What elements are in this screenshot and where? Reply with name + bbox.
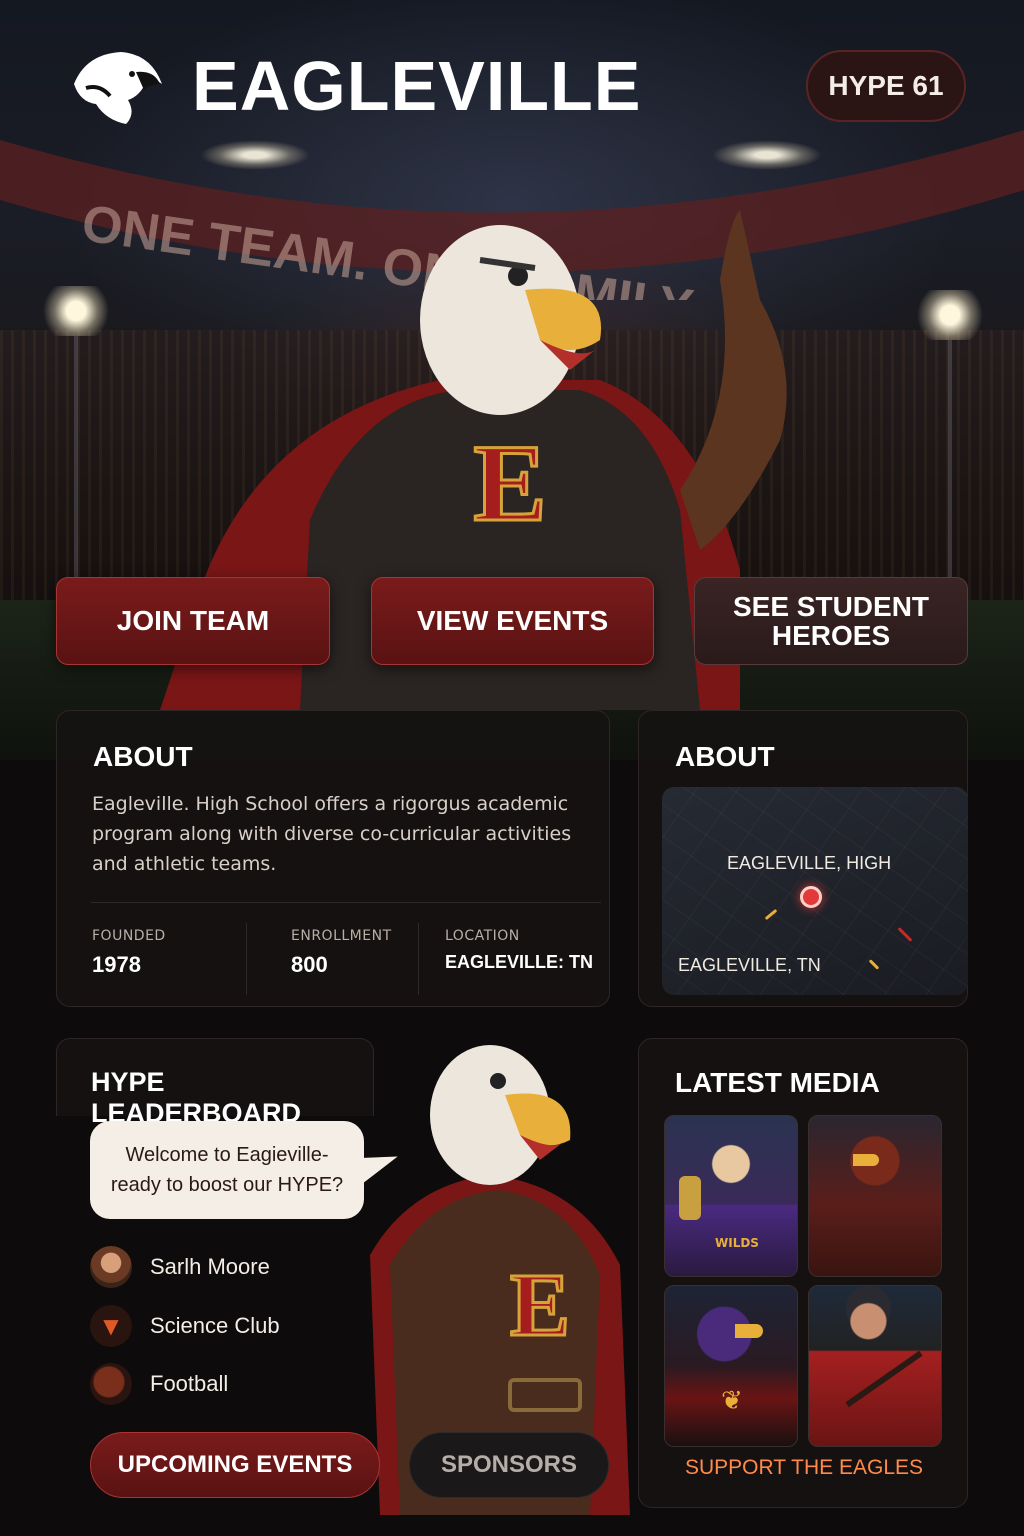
purple-eagle-photo-icon[interactable]: ❦: [664, 1285, 798, 1447]
beak-icon: [735, 1324, 763, 1338]
view-events-button[interactable]: VIEW EVENTS: [371, 577, 654, 665]
upcoming-events-button[interactable]: UPCOMING EVENTS: [90, 1432, 380, 1498]
leaderboard-card: HYPE LEADERBOARD: [56, 1038, 374, 1128]
school-map[interactable]: EAGLEVILLE, HIGH EAGLEVILLE, TN: [662, 787, 968, 995]
hype-score-badge[interactable]: HYPE 61: [806, 50, 966, 122]
sponsors-button[interactable]: SPONSORS: [409, 1432, 609, 1498]
about-title: ABOUT: [93, 741, 193, 772]
stat-label: LOCATION: [445, 928, 520, 944]
leaderboard-entry[interactable]: Sarlh Moore: [90, 1246, 270, 1288]
bubble-line-2: ready to boost our HYPE?: [110, 1174, 344, 1196]
leaderboard-entry-name: Sarlh Moore: [150, 1254, 270, 1279]
bubble-line-1: Welcome to Eagieville-: [125, 1144, 329, 1166]
person-avatar-icon: [90, 1246, 132, 1288]
tile-shirt-text: WILDS: [715, 1236, 759, 1250]
student-heroes-button[interactable]: SEE STUDENT HEROES: [694, 577, 968, 665]
stat-separator: [418, 923, 419, 995]
stat-location: LOCATION EAGLEVILLE: TN: [445, 928, 593, 973]
baseball-player-photo-icon[interactable]: [808, 1285, 942, 1447]
baseball-bat-icon: [845, 1350, 923, 1408]
about-card: ABOUT Eagleville. High School offers a r…: [56, 710, 610, 1007]
stat-founded: FOUNDED 1978: [92, 928, 166, 978]
map-marker-dash: [868, 959, 880, 970]
stat-value: EAGLEVILLE: TN: [445, 952, 593, 972]
student-heroes-line2: HEROES: [771, 620, 891, 651]
map-town-label: EAGLEVILLE, TN: [678, 955, 821, 975]
beak-icon: [853, 1154, 879, 1166]
stat-label: ENROLLMENT: [291, 928, 392, 944]
support-the-eagles-link[interactable]: SUPPORT THE EAGLES: [640, 1456, 968, 1480]
stats-divider: [91, 902, 601, 903]
student-heroes-line1: SEE STUDENT: [732, 590, 930, 622]
mascot-letter-small: E: [510, 1256, 570, 1355]
leaderboard-entry-name: Science Club: [150, 1313, 280, 1338]
leaderboard-entry[interactable]: ▼ Science Club: [90, 1305, 280, 1347]
stadium-light-top-right: [712, 140, 822, 170]
map-school-label: EAGLEVILLE, HIGH: [727, 853, 892, 873]
stat-value: 800: [291, 952, 328, 977]
stat-separator: [246, 923, 247, 995]
join-team-button[interactable]: JOIN TEAM: [56, 577, 330, 665]
about-description: Eagleville. High School offers a rigorgu…: [92, 793, 572, 875]
mascot-speech-bubble: Welcome to Eagieville- ready to boost ou…: [90, 1121, 364, 1219]
stadium-light-right: [910, 290, 990, 590]
eagle-logo-icon: [74, 52, 162, 124]
football-icon: [90, 1363, 132, 1405]
map-marker-dash: [897, 927, 913, 942]
leaderboard-entry[interactable]: Football: [90, 1363, 228, 1405]
stat-value: 1978: [92, 952, 141, 977]
trophy-icon: [679, 1176, 701, 1220]
header: EAGLEVILLE: [66, 44, 641, 128]
stadium-light-top-left: [200, 140, 310, 170]
map-pin-icon[interactable]: [800, 886, 822, 908]
wing-emblem-icon: ❦: [721, 1386, 743, 1416]
map-marker-dash: [764, 908, 778, 921]
svg-text:E: E: [510, 1256, 570, 1355]
eagle-badge-icon: ▼: [90, 1305, 132, 1347]
about-map-title: ABOUT: [675, 741, 775, 772]
stadium-light-left: [36, 286, 116, 586]
red-mascot-photo-icon[interactable]: [808, 1115, 942, 1277]
app-title: EAGLEVILLE: [192, 47, 642, 125]
stat-label: FOUNDED: [92, 928, 166, 944]
student-trophy-photo-icon[interactable]: WILDS: [664, 1115, 798, 1277]
svg-text:E: E: [473, 422, 546, 544]
stat-enrollment: ENROLLMENT 800: [291, 928, 392, 978]
leaderboard-entry-name: Football: [150, 1371, 229, 1396]
latest-media-title: LATEST MEDIA: [675, 1067, 880, 1098]
mascot-letter: E: [473, 422, 546, 544]
